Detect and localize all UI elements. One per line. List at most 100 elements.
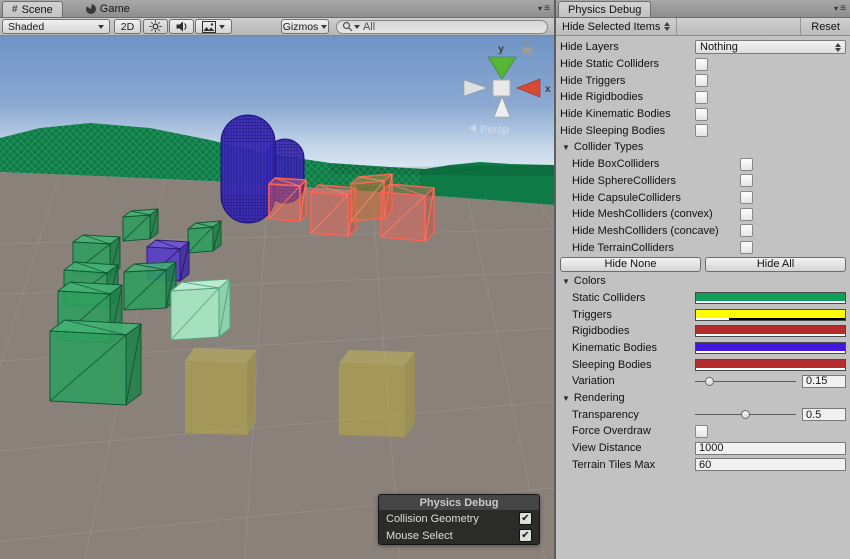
shading-mode-dropdown[interactable]: Shaded: [2, 19, 110, 34]
image-icon: [202, 21, 216, 33]
overlay-row-mouse-select: Mouse Select: [379, 527, 539, 544]
scene-search-field[interactable]: [336, 20, 548, 34]
hide-mode-dropdown[interactable]: Hide Selected Items: [556, 18, 677, 35]
foldout-triangle-icon: ▼: [562, 143, 570, 152]
capsule-collider-front[interactable]: [221, 115, 275, 224]
foldout-triangle-icon: ▼: [562, 394, 570, 403]
tab-physics-debug[interactable]: Physics Debug: [558, 1, 651, 17]
chevron-down-icon: [321, 25, 327, 29]
view-distance-row: View Distance 1000: [556, 440, 850, 457]
hide-rigidbodies-checkbox[interactable]: [695, 91, 708, 104]
hide-meshcolliders-concave-checkbox[interactable]: [740, 224, 753, 237]
hide-layers-label: Hide Layers: [560, 41, 695, 53]
hide-boxcolliders-checkbox[interactable]: [740, 158, 753, 171]
gizmos-dropdown[interactable]: Gizmos: [281, 19, 329, 34]
search-filter-caret-icon: [354, 25, 360, 29]
hide-spherecolliders-checkbox[interactable]: [740, 174, 753, 187]
reset-button[interactable]: Reset: [800, 18, 850, 35]
hide-spherecolliders-row: Hide SphereColliders: [556, 173, 850, 190]
transparency-slider[interactable]: [695, 408, 796, 421]
variation-slider[interactable]: [695, 375, 796, 388]
force-overdraw-checkbox[interactable]: [695, 425, 708, 438]
search-input[interactable]: [363, 21, 523, 33]
scene-panel-menu-icon[interactable]: ▾≡: [538, 3, 551, 14]
colors-foldout[interactable]: ▼ Colors: [556, 273, 850, 290]
inspector-rows: Hide Layers Nothing Hide Static Collider…: [556, 36, 850, 473]
shading-mode-label: Shaded: [8, 21, 95, 33]
sleeping-bodies-color-swatch[interactable]: [695, 359, 846, 371]
hide-triggers-row: Hide Triggers: [556, 72, 850, 89]
scene-viewport[interactable]: y x Persp Physics Debug Collision Geomet…: [0, 36, 554, 559]
hide-all-button[interactable]: Hide All: [705, 257, 846, 272]
variation-slider-thumb[interactable]: [705, 377, 714, 386]
collision-geometry-label: Collision Geometry: [386, 513, 519, 525]
variation-value-field[interactable]: 0.15: [802, 375, 846, 388]
gizmo-center-cube[interactable]: [493, 80, 510, 96]
hide-layers-row: Hide Layers Nothing: [556, 39, 850, 56]
hide-none-button[interactable]: Hide None: [560, 257, 701, 272]
scene-grid-icon: #: [12, 4, 18, 15]
scene-effects-button[interactable]: [195, 19, 232, 34]
view-distance-field[interactable]: 1000: [695, 442, 846, 455]
hide-capsulecolliders-checkbox[interactable]: [740, 191, 753, 204]
persp-label: Persp: [480, 124, 509, 136]
foldout-triangle-icon: ▼: [562, 277, 570, 286]
speaker-icon: [175, 20, 188, 33]
hide-static-colliders-checkbox[interactable]: [695, 58, 708, 71]
chevron-down-icon: [98, 25, 104, 29]
scene-panel: # Scene Game ▾≡ Shaded 2D: [0, 0, 556, 559]
terrain-tiles-max-row: Terrain Tiles Max 60: [556, 457, 850, 474]
hide-triggers-checkbox[interactable]: [695, 74, 708, 87]
hide-capsulecolliders-row: Hide CapsuleColliders: [556, 189, 850, 206]
tab-scene-label: Scene: [22, 4, 53, 16]
unity-editor: # Scene Game ▾≡ Shaded 2D: [0, 0, 850, 559]
mouse-select-checkbox[interactable]: [519, 529, 532, 542]
hide-layers-dropdown[interactable]: Nothing: [695, 40, 846, 54]
gizmo-y-label: y: [498, 44, 504, 55]
rigidbodies-color-row: Rigidbodies: [556, 323, 850, 340]
sun-icon: [149, 20, 162, 33]
game-icon: [86, 4, 96, 14]
hide-meshcolliders-convex-checkbox[interactable]: [740, 208, 753, 221]
overlay-title: Physics Debug: [379, 495, 539, 510]
hide-rigidbodies-row: Hide Rigidbodies: [556, 89, 850, 106]
tab-game[interactable]: Game: [77, 1, 139, 17]
static-colliders-color-row: Static Colliders: [556, 290, 850, 307]
triggers-color-row: Triggers: [556, 306, 850, 323]
hide-meshcolliders-convex-row: Hide MeshColliders (convex): [556, 206, 850, 223]
chevron-down-icon: [219, 25, 225, 29]
scene-lighting-button[interactable]: [143, 19, 168, 34]
rigidbodies-color-swatch[interactable]: [695, 325, 846, 337]
kinematic-bodies-color-swatch[interactable]: [695, 342, 846, 354]
terrain-tiles-max-field[interactable]: 60: [695, 458, 846, 471]
rendering-foldout[interactable]: ▼ Rendering: [556, 390, 850, 407]
collider-types-foldout[interactable]: ▼ Collider Types: [556, 139, 850, 156]
inspector-panel-menu-icon[interactable]: ▾≡: [834, 3, 847, 14]
transparency-value-field[interactable]: 0.5: [802, 408, 846, 421]
hide-terraincolliders-checkbox[interactable]: [740, 241, 753, 254]
overlay-row-collision-geometry: Collision Geometry: [379, 510, 539, 527]
mouse-select-label: Mouse Select: [386, 530, 519, 542]
scene-audio-button[interactable]: [169, 19, 194, 34]
transparency-slider-thumb[interactable]: [741, 410, 750, 419]
search-icon: [342, 21, 353, 32]
hide-sleeping-bodies-checkbox[interactable]: [695, 124, 708, 137]
hide-kinematic-bodies-checkbox[interactable]: [695, 108, 708, 121]
physics-debug-overlay: Physics Debug Collision Geometry Mouse S…: [378, 494, 540, 545]
collision-geometry-checkbox[interactable]: [519, 512, 532, 525]
hide-sleeping-bodies-row: Hide Sleeping Bodies: [556, 122, 850, 139]
static-colliders-color-swatch[interactable]: [695, 292, 846, 304]
popup-arrows-icon: [664, 22, 670, 31]
inspector-toolbar: Hide Selected Items Reset: [556, 18, 850, 36]
gizmo-x-label: x: [545, 84, 551, 95]
toggle-2d-button[interactable]: 2D: [114, 19, 141, 34]
sleeping-bodies-color-row: Sleeping Bodies: [556, 356, 850, 373]
hide-boxcolliders-row: Hide BoxColliders: [556, 156, 850, 173]
triggers-color-swatch[interactable]: [695, 309, 846, 321]
inspector-tabbar: Physics Debug ▾≡: [556, 0, 850, 18]
scene-tabbar: # Scene Game ▾≡: [0, 0, 554, 18]
tab-scene[interactable]: # Scene: [2, 1, 63, 17]
bulk-buttons-row: Hide None Hide All: [556, 256, 850, 273]
tab-physics-debug-label: Physics Debug: [568, 4, 641, 16]
hide-kinematic-bodies-row: Hide Kinematic Bodies: [556, 106, 850, 123]
